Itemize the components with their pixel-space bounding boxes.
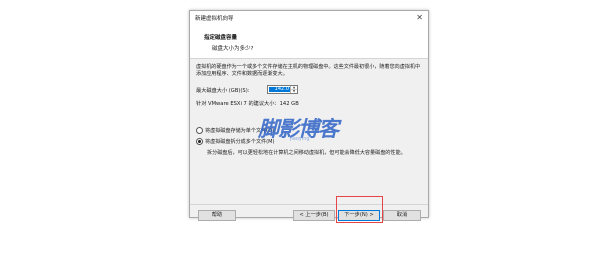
max-disk-size-label: 最大磁盘大小 (GB)(S):	[196, 88, 250, 94]
watermark-subtext: jiaoying	[290, 136, 310, 142]
stepper-arrows: ▲ ▼	[290, 86, 297, 93]
close-icon[interactable]: ✕	[416, 13, 423, 23]
next-button-highlight	[336, 196, 383, 223]
split-description: 拆分磁盘后，可以更轻松地在计算机之间移动虚拟机，但可能会降低大容量磁盘的性能。	[207, 150, 406, 156]
disk-size-stepper[interactable]: 142.0 ▲ ▼	[267, 85, 298, 94]
footer-divider	[190, 204, 428, 205]
stepper-down-icon[interactable]: ▼	[291, 90, 297, 93]
radio-split-files-icon[interactable]	[196, 138, 203, 145]
back-button[interactable]: < 上一步(B)	[293, 210, 335, 221]
page-subtitle: 磁盘大小为多少?	[212, 46, 254, 52]
radio-single-file-icon[interactable]	[196, 127, 203, 134]
disk-size-input[interactable]: 142.0	[269, 87, 290, 92]
disk-description: 虚拟机的硬盘作为一个或多个文件存储在主机的物理磁盘中。这些文件最初很小，随着您向…	[196, 64, 421, 77]
window-title: 新建虚拟机向导	[195, 16, 234, 22]
recommended-size-text: 针对 VMware ESXi 7 的建议大小：142 GB	[196, 101, 299, 107]
help-button[interactable]: 帮助	[198, 210, 236, 221]
wizard-header: 指定磁盘容量 磁盘大小为多少?	[190, 27, 428, 59]
title-bar: 新建虚拟机向导 ✕	[190, 11, 428, 27]
cancel-button[interactable]: 取消	[383, 210, 421, 221]
page-title: 指定磁盘容量	[204, 35, 238, 41]
